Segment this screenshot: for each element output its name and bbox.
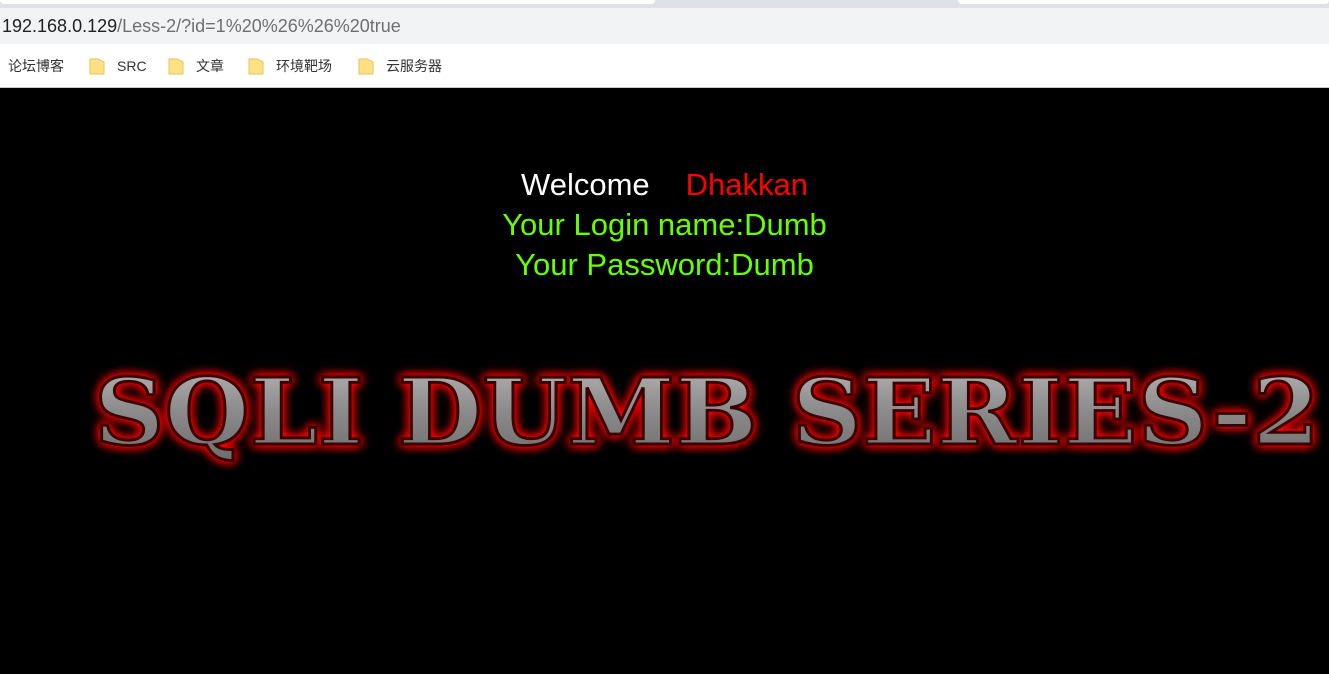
tab-edge[interactable]	[958, 0, 1329, 4]
folder-icon	[89, 58, 105, 75]
bookmarks-bar: 论坛博客 SRC 文章 环境靶场 云服务器	[0, 44, 1329, 88]
sqli-banner: SQLI DUMB SERIES-2	[93, 357, 1322, 468]
welcome-line: Welcome Dhakkan	[0, 165, 1329, 205]
bookmark-cloud-server[interactable]: 云服务器	[358, 44, 442, 88]
tab-active-edge[interactable]	[0, 0, 655, 4]
welcome-label: Welcome	[521, 167, 650, 202]
folder-icon	[358, 58, 374, 75]
url-path: /Less-2/?id=1%20%26%26%20true	[117, 16, 401, 36]
bookmark-label: SRC	[117, 58, 147, 74]
folder-icon	[248, 58, 264, 75]
url-text[interactable]: 192.168.0.129/Less-2/?id=1%20%26%26%20tr…	[2, 15, 401, 37]
welcome-name: Dhakkan	[685, 167, 808, 202]
bookmark-label: 环境靶场	[276, 58, 332, 74]
bookmark-src[interactable]: SRC	[89, 44, 147, 88]
bookmark-articles[interactable]: 文章	[168, 44, 224, 88]
bookmark-forum-blog[interactable]: 论坛博客	[8, 44, 64, 88]
banner-text: SQLI DUMB SERIES-2	[94, 358, 1320, 466]
tab-strip	[0, 0, 1329, 8]
url-host: 192.168.0.129	[2, 16, 118, 36]
folder-icon	[168, 58, 184, 75]
bookmark-lab-env[interactable]: 环境靶场	[248, 44, 332, 88]
bookmark-label: 云服务器	[386, 58, 442, 74]
page-content: Welcome Dhakkan Your Login name:Dumb Your…	[0, 89, 1329, 674]
bookmark-label: 文章	[196, 58, 224, 74]
login-name-line: Your Login name:Dumb	[502, 207, 827, 242]
bookmark-label: 论坛博客	[8, 58, 64, 74]
address-bar[interactable]: 192.168.0.129/Less-2/?id=1%20%26%26%20tr…	[0, 8, 1329, 44]
password-line: Your Password:Dumb	[515, 247, 814, 282]
